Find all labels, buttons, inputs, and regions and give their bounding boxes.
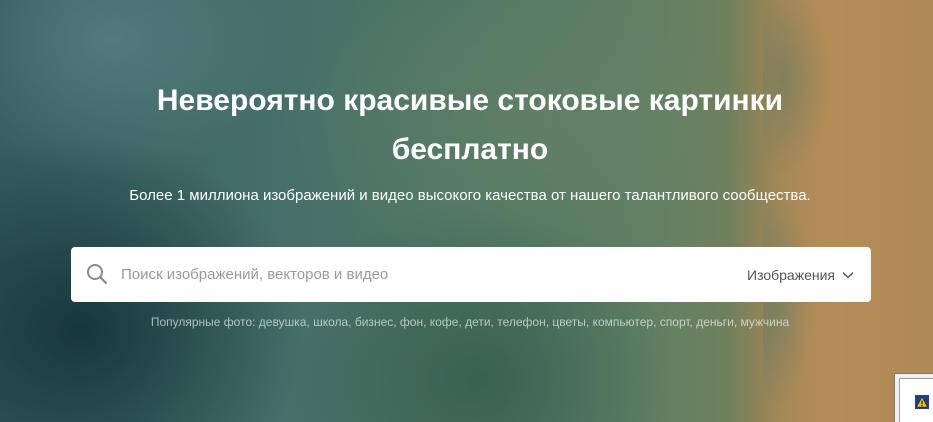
search-input[interactable] bbox=[121, 247, 721, 302]
search-icon[interactable] bbox=[86, 263, 108, 285]
popular-tag-link[interactable]: школа bbox=[313, 315, 348, 329]
popular-tag-link[interactable]: цветы bbox=[552, 315, 586, 329]
chevron-down-icon bbox=[842, 271, 854, 279]
popular-tags-list: девушка, школа, бизнес, фон, кофе, дети,… bbox=[258, 315, 790, 329]
popular-tag-link[interactable]: спорт bbox=[660, 315, 690, 329]
media-type-label: Изображения bbox=[747, 266, 835, 283]
popular-tag-link[interactable]: фон bbox=[400, 315, 423, 329]
popular-tag-link[interactable]: компьютер bbox=[593, 315, 654, 329]
popular-tag-link[interactable]: телефон bbox=[497, 315, 546, 329]
hero-section: Невероятно красивые стоковые картинки бе… bbox=[0, 0, 933, 422]
popular-tag-link[interactable]: мужчина bbox=[741, 315, 790, 329]
page-subtitle: Более 1 миллиона изображений и видео выс… bbox=[129, 187, 811, 204]
popular-tag-link[interactable]: кофе bbox=[430, 315, 459, 329]
media-type-select[interactable]: Изображения bbox=[747, 247, 855, 302]
search-bar: Изображения bbox=[71, 247, 871, 302]
system-tray-popup[interactable] bbox=[894, 373, 933, 422]
popular-tag-link[interactable]: деньги bbox=[696, 315, 734, 329]
popular-tag-link[interactable]: девушка bbox=[259, 315, 307, 329]
popular-searches-label: Популярные фото: bbox=[150, 315, 256, 329]
warning-icon bbox=[915, 395, 929, 409]
page-title-line-2: бесплатно bbox=[391, 133, 549, 166]
hero-background-overlay bbox=[0, 0, 933, 422]
page-title: Невероятно красивые стоковые картинки бе… bbox=[0, 76, 933, 174]
popular-tag-link[interactable]: дети bbox=[465, 315, 490, 329]
page-title-line-1: Невероятно красивые стоковые картинки bbox=[156, 84, 784, 117]
popular-tag-link[interactable]: бизнес bbox=[355, 315, 393, 329]
popular-searches: Популярные фото: девушка, школа, бизнес,… bbox=[0, 315, 933, 329]
